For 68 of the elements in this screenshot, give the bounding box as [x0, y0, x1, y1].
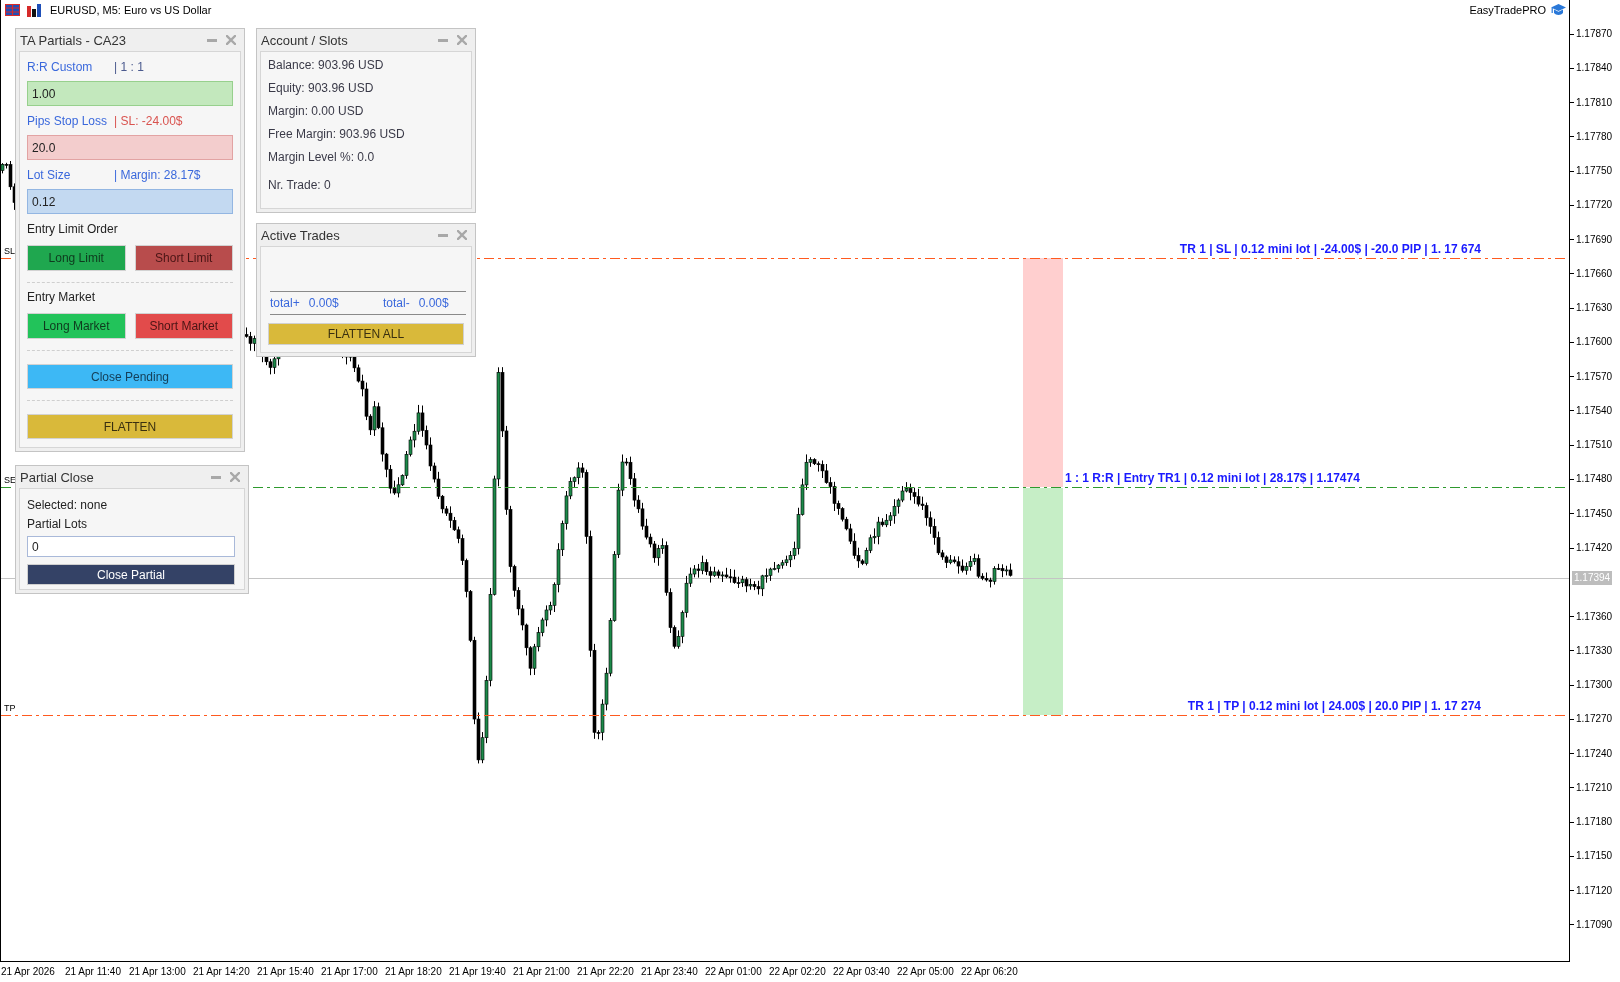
price-tick-label: 1.17180 [1576, 816, 1613, 829]
time-tick-label: 21 Apr 13:00 [128, 966, 186, 978]
price-tick-label: 1.17600 [1576, 336, 1613, 349]
price-tick-label: 1.17300 [1576, 679, 1613, 692]
price-tick-label: 1.17630 [1576, 302, 1613, 315]
close-icon[interactable] [226, 35, 236, 45]
minimize-icon[interactable] [438, 38, 448, 42]
time-tick-label: 22 Apr 02:20 [768, 966, 826, 978]
time-tick-label: 22 Apr 03:40 [832, 966, 890, 978]
price-tick-label: 1.17090 [1576, 918, 1613, 931]
price-tick-label: 1.17480 [1576, 473, 1613, 486]
account-info: Margin Level %: 0.0 [268, 149, 375, 166]
stop-loss-label: TR 1 | SL | 0.12 mini lot | -24.00$ | -20.0 PIP | 1. 17 674 [1179, 242, 1481, 256]
account-info: Margin: 0.00 USD [268, 103, 364, 120]
field-info: | SL: -24.00$ [114, 114, 183, 128]
time-tick-label: 21 Apr 23:40 [640, 966, 698, 978]
time-tick-label: 21 Apr 18:20 [384, 966, 442, 978]
price-tick-label: 1.17210 [1576, 781, 1613, 794]
time-tick-label: 21 Apr 11:40 [64, 966, 121, 978]
price-tick-label: 1.17240 [1576, 747, 1613, 760]
entry-label: 1 : 1 R:R | Entry TR1 | 0.12 mini lot | 28.17$ | 1.17474 [1065, 471, 1360, 485]
minimize-icon[interactable] [207, 38, 217, 42]
price-tick-label: 1.17330 [1576, 644, 1613, 657]
account-info: Free Margin: 903.96 USD [268, 126, 405, 143]
risk-reward-field[interactable]: 1.00 [27, 81, 233, 106]
price-tick-label: 1.17780 [1576, 130, 1613, 143]
time-tick-label: 22 Apr 01:00 [704, 966, 762, 978]
chart-title: EURUSD, M5: Euro vs US Dollar [50, 3, 212, 17]
table-icon[interactable] [5, 4, 20, 16]
time-tick-label: 21 Apr 22:20 [576, 966, 634, 978]
price-tick-label: 1.17510 [1576, 439, 1613, 452]
price-tick-label: 1.17690 [1576, 233, 1613, 246]
brand-name: EasyTradePRO [1469, 3, 1546, 17]
time-tick-label: 22 Apr 06:20 [960, 966, 1018, 978]
price-tick-label: 1.17540 [1576, 404, 1613, 417]
take-profit-label: TR 1 | TP | 0.12 mini lot | 24.00$ | 20.0 PIP | 1. 17 274 [1187, 699, 1481, 713]
current-price-label: 1.17394 [1572, 571, 1613, 586]
bar-chart-icon[interactable] [27, 3, 41, 17]
panel-title: Account / Slots [261, 32, 349, 48]
price-tick-label: 1.17570 [1576, 370, 1613, 383]
account-info: Equity: 903.96 USD [268, 80, 374, 97]
time-tick-label: 21 Apr 14:20 [192, 966, 250, 978]
stop-loss-pips-field[interactable]: 20.0 [27, 135, 233, 160]
time-tick-label: 21 Apr 2026 [0, 966, 55, 978]
price-tick-label: 1.17270 [1576, 713, 1613, 726]
price-tick-label: 1.17450 [1576, 507, 1613, 520]
price-tick-label: 1.17870 [1576, 28, 1613, 40]
price-tick-label: 1.17810 [1576, 96, 1613, 109]
panel-title: TA Partials - CA23 [20, 32, 127, 48]
time-tick-label: 21 Apr 21:00 [512, 966, 570, 978]
price-tick-label: 1.17840 [1576, 62, 1613, 75]
price-tick-label: 1.17360 [1576, 610, 1613, 623]
time-tick-label: 21 Apr 19:40 [448, 966, 506, 978]
price-tick-label: 1.17150 [1576, 850, 1613, 863]
price-tick-label: 1.17720 [1576, 199, 1613, 212]
price-tick-label: 1.17120 [1576, 884, 1613, 897]
price-tick-label: 1.17660 [1576, 267, 1613, 280]
field-info: | 1 : 1 [114, 60, 144, 74]
price-tick-label: 1.17420 [1576, 542, 1613, 554]
time-tick-label: 21 Apr 17:00 [320, 966, 378, 978]
time-tick-label: 22 Apr 05:00 [896, 966, 954, 978]
close-icon[interactable] [457, 35, 467, 45]
field-label: Pips Stop Loss [27, 114, 109, 128]
graduation-cap-icon [1551, 4, 1566, 16]
field-label: R:R Custom [27, 60, 94, 74]
time-tick-label: 21 Apr 15:40 [256, 966, 314, 978]
price-tick-label: 1.17750 [1576, 165, 1613, 178]
account-info: Balance: 903.96 USD [268, 57, 384, 74]
